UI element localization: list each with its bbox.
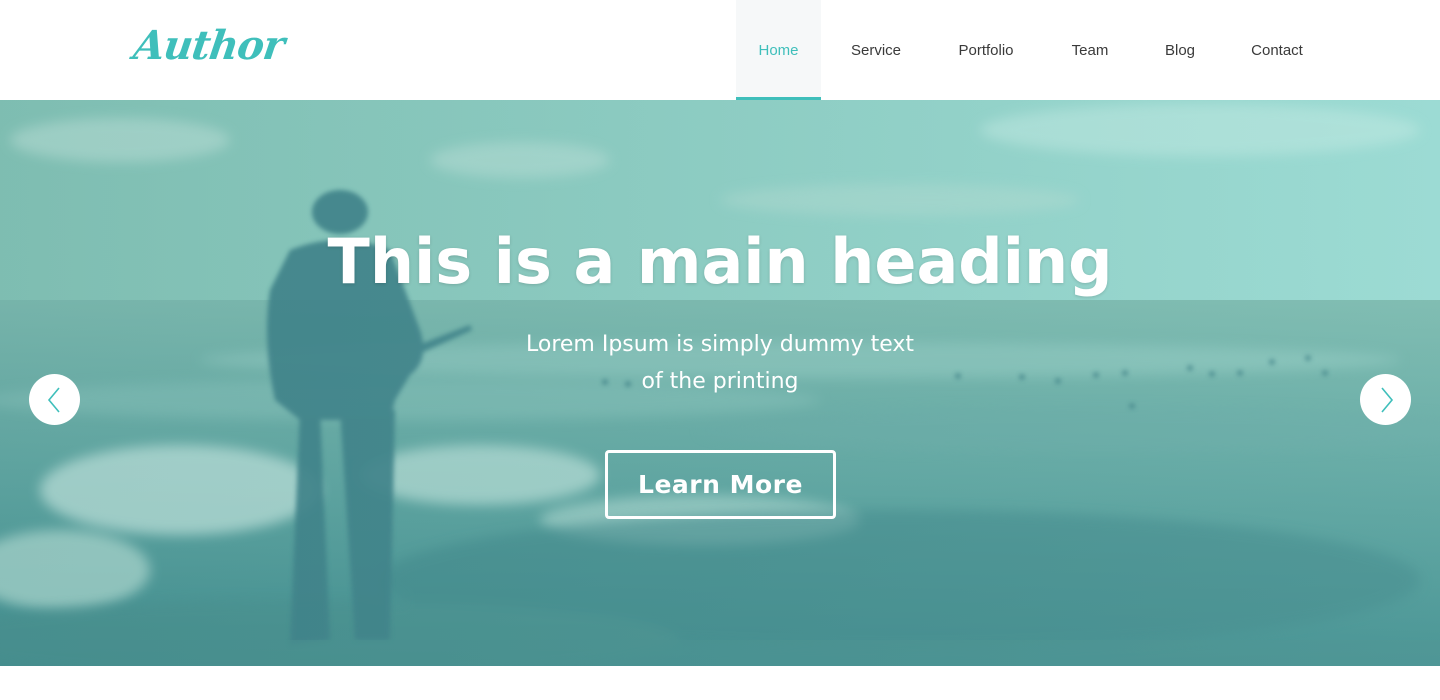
slider-prev-button[interactable]: [29, 374, 80, 425]
chevron-right-icon: [1380, 386, 1393, 413]
nav-item-team[interactable]: Team: [1041, 0, 1139, 100]
hero-heading: This is a main heading: [327, 225, 1113, 298]
hero-subtext-line2: of the printing: [641, 369, 799, 394]
nav-item-portfolio[interactable]: Portfolio: [931, 0, 1041, 100]
site-logo[interactable]: Author: [131, 22, 287, 69]
slider-next-button[interactable]: [1360, 374, 1411, 425]
nav-item-home[interactable]: Home: [736, 0, 821, 100]
nav-item-service[interactable]: Service: [821, 0, 931, 100]
main-nav: Home Service Portfolio Team Blog Contact: [736, 0, 1333, 100]
hero-subtext: Lorem Ipsum is simply dummy text of the …: [520, 326, 920, 400]
hero-slider: This is a main heading Lorem Ipsum is si…: [0, 100, 1440, 666]
learn-more-button[interactable]: Learn More: [605, 450, 836, 519]
hero-subtext-line1: Lorem Ipsum is simply dummy text: [526, 332, 914, 357]
site-header: Author Home Service Portfolio Team Blog …: [0, 0, 1440, 100]
nav-item-blog[interactable]: Blog: [1139, 0, 1221, 100]
chevron-left-icon: [47, 386, 60, 413]
nav-item-contact[interactable]: Contact: [1221, 0, 1333, 100]
